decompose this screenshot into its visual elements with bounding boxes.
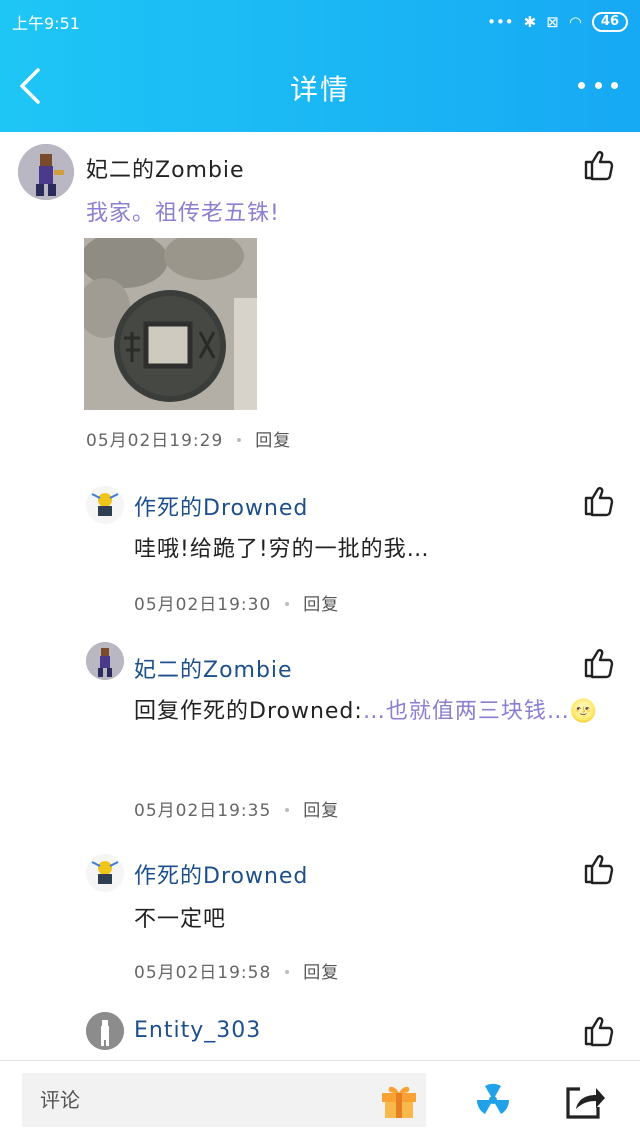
- status-icons: ••• ✱ ⊠ ◠ 46: [487, 12, 628, 32]
- avatar[interactable]: [86, 1012, 124, 1050]
- more-dot-icon: [611, 82, 618, 89]
- gift-button[interactable]: [378, 1079, 420, 1121]
- top-bar: 上午9:51 ••• ✱ ⊠ ◠ 46 详情: [0, 0, 640, 132]
- avatar[interactable]: [86, 486, 124, 524]
- separator-dot: [237, 438, 242, 442]
- thumbs-up-icon: [584, 1017, 614, 1047]
- post-image-coin[interactable]: [84, 238, 257, 410]
- more-options-button[interactable]: [578, 82, 618, 92]
- nav-bar: 详情: [0, 54, 640, 120]
- like-button[interactable]: [582, 148, 616, 182]
- sim-icon: ⊠: [546, 13, 559, 31]
- reply-text: 不一定吧: [134, 907, 227, 932]
- avatar-image: [86, 854, 124, 892]
- comment-input[interactable]: 评论: [22, 1073, 426, 1127]
- post-timestamp: 05月02日19:29: [86, 431, 224, 451]
- signal-dots-icon: •••: [487, 13, 514, 31]
- post-text: 我家。祖传老五铢!: [86, 201, 280, 226]
- reply-author[interactable]: 作死的Drowned: [134, 858, 308, 890]
- reply-timestamp: 05月02日19:30: [134, 595, 272, 615]
- gift-icon: [382, 1086, 416, 1118]
- avatar-image: [86, 642, 124, 680]
- avatar[interactable]: [86, 854, 124, 892]
- reply-timestamp: 05月02日19:35: [134, 801, 272, 821]
- coin-photo-image: [84, 238, 257, 410]
- share-icon: [566, 1087, 605, 1119]
- bottom-bar: 评论: [0, 1060, 640, 1139]
- avatar-image: [18, 144, 74, 200]
- share-button[interactable]: [562, 1081, 606, 1121]
- reply-timestamp: 05月02日19:58: [134, 963, 272, 983]
- reply-button[interactable]: 回复: [303, 595, 339, 615]
- separator-dot: [285, 602, 290, 606]
- avatar-image: [86, 486, 124, 524]
- avatar-image: [86, 1012, 124, 1050]
- like-button[interactable]: [582, 1014, 616, 1048]
- reply-prefix: 回复作死的Drowned:: [134, 699, 363, 724]
- comment-thread: 妃二的Zombie 我家。祖传老五铢! 05月02日19:29 回复 作死的Dr…: [0, 132, 640, 1060]
- page-title: 详情: [289, 73, 350, 106]
- reply-button[interactable]: 回复: [303, 801, 339, 821]
- back-button[interactable]: [14, 64, 54, 108]
- status-time: 上午9:51: [12, 14, 80, 33]
- reply-text: 哇哦!给跪了!穷的一批的我…: [134, 537, 430, 562]
- reply-author[interactable]: 作死的Drowned: [134, 490, 308, 522]
- thumbs-up-icon: [584, 487, 614, 517]
- status-bar: 上午9:51 ••• ✱ ⊠ ◠ 46: [12, 8, 628, 36]
- chevron-left-icon: [20, 68, 40, 104]
- thumbs-up-icon: [584, 649, 614, 679]
- post-author[interactable]: 妃二的Zombie: [86, 152, 245, 184]
- separator-dot: [285, 808, 290, 812]
- reply-quote: …也就值两三块钱…: [362, 699, 570, 724]
- avatar[interactable]: [86, 642, 124, 680]
- reply-button[interactable]: 回复: [303, 963, 339, 983]
- reply-author[interactable]: Entity_303: [134, 1018, 261, 1043]
- reply-meta: 05月02日19:35 回复: [134, 796, 339, 821]
- more-dot-icon: [578, 82, 585, 89]
- reply-meta: 05月02日19:30 回复: [134, 590, 339, 615]
- reply-text: 回复作死的Drowned:…也就值两三块钱…🌝: [134, 690, 604, 734]
- reply-meta: 05月02日19:58 回复: [134, 958, 339, 983]
- moon-face-emoji-icon: 🌝: [569, 699, 599, 724]
- post-meta: 05月02日19:29 回复: [86, 426, 291, 451]
- thumbs-up-icon: [584, 855, 614, 885]
- thumbs-up-icon: [584, 151, 614, 181]
- like-button[interactable]: [582, 852, 616, 886]
- bluetooth-icon: ✱: [523, 13, 537, 31]
- wifi-icon: ◠: [568, 13, 582, 31]
- battery-indicator: 46: [591, 12, 628, 32]
- separator-dot: [285, 970, 290, 974]
- avatar[interactable]: [18, 144, 74, 200]
- reply-button[interactable]: 回复: [255, 431, 291, 451]
- reply-author[interactable]: 妃二的Zombie: [134, 652, 293, 684]
- like-button[interactable]: [582, 484, 616, 518]
- radiation-button[interactable]: [472, 1079, 514, 1121]
- radiation-icon: [476, 1083, 510, 1114]
- like-button[interactable]: [582, 646, 616, 680]
- more-dot-icon: [594, 82, 602, 89]
